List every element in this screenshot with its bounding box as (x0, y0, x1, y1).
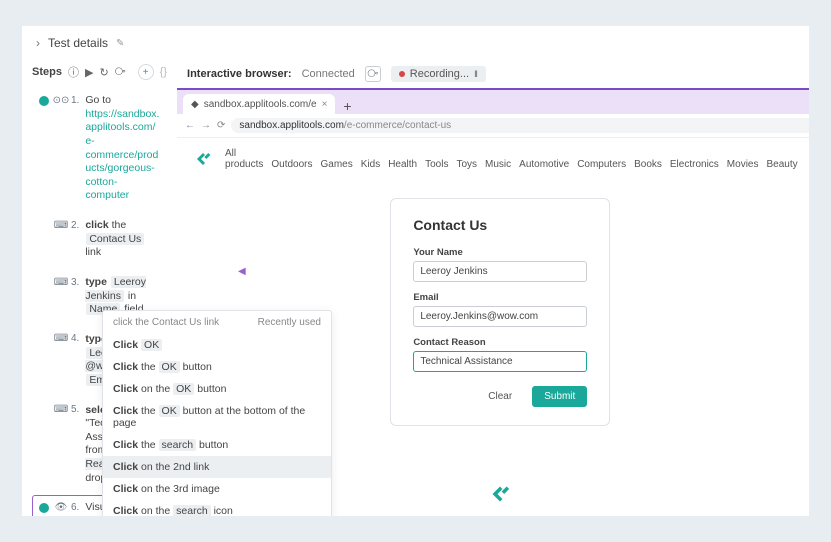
play-icon[interactable]: ▶ (85, 66, 93, 79)
nav-link[interactable]: Tools (425, 159, 448, 170)
step-type-icon: ⌨ (55, 333, 67, 345)
suggestion-popup: click the Contact Us link Recently used … (102, 310, 332, 516)
new-tab-button[interactable]: + (339, 98, 355, 114)
submit-button[interactable]: Submit (532, 386, 587, 407)
braces-icon[interactable]: {} (160, 66, 167, 78)
suggestion-item[interactable]: Click on the 2nd link (103, 456, 331, 478)
nav-link[interactable]: Games (321, 159, 353, 170)
form-title: Contact Us (413, 217, 587, 233)
step-type-icon: 👁 (55, 501, 67, 513)
contact-form: Contact Us Your Name Email Contact Reaso… (390, 198, 610, 426)
step-type-icon: ⌨ (55, 276, 67, 288)
step-number: 5. (71, 404, 79, 415)
breadcrumb: › Test details ✎ (22, 26, 809, 60)
nav-link[interactable]: All products (225, 148, 263, 170)
recording-badge[interactable]: Recording... ǁ (391, 66, 486, 82)
step-number: 6. (71, 502, 79, 513)
step-type-icon: ⌨ (55, 404, 67, 416)
chevron-right-icon: › (36, 36, 40, 50)
suggestion-item[interactable]: Click the search button (103, 434, 331, 456)
close-icon[interactable]: × (322, 99, 328, 110)
suggestion-item[interactable]: Click the OK button (103, 356, 331, 378)
step-type-icon: ⊙⊙ (55, 94, 67, 106)
suggestion-item[interactable]: Click on the 3rd image (103, 478, 331, 500)
step-row[interactable]: ⊙⊙ 1. Go to https://sandbox.applitools.c… (32, 88, 167, 209)
back-icon[interactable]: ← (185, 120, 195, 131)
recently-used-label: Recently used (258, 317, 321, 328)
name-field[interactable] (413, 261, 587, 282)
nav-link[interactable]: Kids (361, 159, 380, 170)
site-nav: All products Outdoors Games Kids Health Tools… (177, 138, 809, 180)
reason-label: Contact Reason (413, 337, 587, 348)
reload-icon[interactable]: ↻ (99, 66, 108, 79)
nav-link[interactable]: Movies (727, 159, 759, 170)
suggestion-item[interactable]: Click OK (103, 334, 331, 356)
email-field[interactable] (413, 306, 587, 327)
nav-link[interactable]: Books (634, 159, 662, 170)
connection-status: Connected (302, 68, 355, 80)
browser-tab[interactable]: ◆ sandbox.applitools.com/e × (183, 94, 335, 114)
nav-link[interactable]: Outdoors (271, 159, 312, 170)
browser-header-label: Interactive browser: (187, 68, 292, 80)
email-label: Email (413, 292, 587, 303)
steps-label: Steps (32, 66, 62, 78)
nav-link[interactable]: Computers (577, 159, 626, 170)
step-text: Go to https://sandbox.applitools.com/e-c… (85, 94, 160, 203)
nav-link[interactable]: Toys (456, 159, 477, 170)
step-number: 2. (71, 220, 79, 231)
disconnect-icon[interactable]: ⧂ (365, 66, 381, 82)
logo-icon[interactable] (195, 151, 211, 167)
step-type-icon: ⌨ (55, 219, 67, 231)
nav-link[interactable]: Health (388, 159, 417, 170)
clear-button[interactable]: Clear (476, 386, 524, 407)
nav-link[interactable]: Beauty (766, 159, 797, 170)
status-dot-icon (39, 503, 49, 513)
step-text: click the Contact Us link (85, 219, 160, 260)
camera-icon[interactable]: ⧂ (115, 66, 126, 79)
info-icon[interactable]: ⓘ (68, 64, 79, 80)
nav-link[interactable]: Electronics (670, 159, 719, 170)
step-number: 3. (71, 277, 79, 288)
status-dot-icon (39, 96, 49, 106)
record-dot-icon (399, 71, 405, 77)
pause-icon[interactable]: ǁ (474, 69, 478, 79)
refresh-icon[interactable]: ⟳ (217, 120, 225, 131)
forward-icon[interactable]: → (201, 120, 211, 131)
page-title: Test details (48, 36, 108, 50)
step-row[interactable]: ⌨ 2. click the Contact Us link (32, 213, 167, 266)
suggestion-context: click the Contact Us link (113, 317, 219, 328)
suggestion-item[interactable]: Click on the OK button (103, 378, 331, 400)
nav-link[interactable]: Automotive (519, 159, 569, 170)
address-bar[interactable]: sandbox.applitools.com/e-commerce/contac… (231, 118, 809, 133)
step-number: 4. (71, 333, 79, 344)
nav-link[interactable]: Music (485, 159, 511, 170)
reason-select[interactable]: Technical Assistance (413, 351, 587, 372)
current-step-indicator-icon: ◀ (238, 266, 246, 277)
suggestion-item[interactable]: Click on the search icon (103, 500, 331, 516)
name-label: Your Name (413, 247, 587, 258)
pencil-icon[interactable]: ✎ (116, 38, 124, 49)
suggestion-item[interactable]: Click the OK button at the bottom of the… (103, 400, 331, 434)
step-number: 1. (71, 95, 79, 106)
add-step-icon[interactable]: + (138, 64, 154, 80)
globe-icon: ◆ (191, 99, 199, 110)
